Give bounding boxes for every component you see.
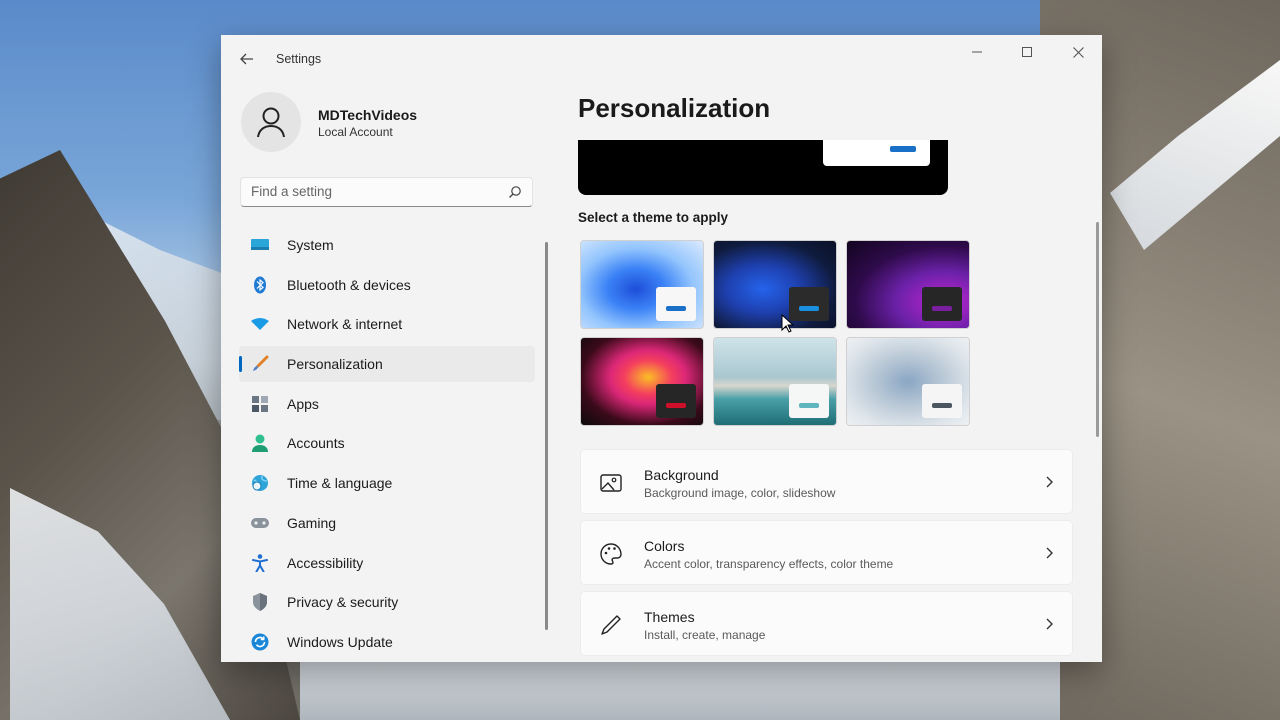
chevron-right-icon [1046, 547, 1053, 559]
theme-accent-swatch [666, 403, 686, 408]
sidebar-item-apps[interactable]: Apps [239, 386, 535, 422]
theme-grid [580, 240, 970, 428]
sidebar-item-bluetooth[interactable]: Bluetooth & devices [239, 267, 535, 303]
sidebar-item-accounts[interactable]: Accounts [239, 425, 535, 461]
sidebar-item-network[interactable]: Network & internet [239, 306, 535, 342]
close-icon [1072, 46, 1084, 58]
theme-accent-swatch [666, 306, 686, 311]
setting-subtitle: Install, create, manage [644, 628, 766, 642]
brush-icon [251, 355, 269, 373]
globe-clock-icon [251, 474, 269, 492]
theme-mini-window [789, 287, 829, 321]
page-title: Personalization [578, 93, 771, 123]
apps-icon [251, 395, 269, 413]
sidebar-item-gaming[interactable]: Gaming [239, 505, 535, 541]
theme-section-label: Select a theme to apply [578, 210, 729, 225]
palette-icon [599, 542, 623, 566]
theme-accent-swatch [799, 403, 819, 408]
theme-mini-window [656, 287, 696, 321]
update-icon [251, 633, 269, 651]
setting-subtitle: Accent color, transparency effects, colo… [644, 557, 894, 571]
sidebar-scrollbar[interactable] [545, 242, 548, 630]
theme-sunrise[interactable] [713, 337, 837, 426]
theme-accent-swatch [799, 306, 819, 311]
search-box[interactable] [240, 177, 533, 207]
user-name: MDTechVideos [318, 107, 418, 123]
setting-subtitle: Background image, color, slideshow [644, 486, 836, 500]
theme-captured-motion[interactable] [580, 337, 704, 426]
sidebar-item-label: Accounts [287, 435, 345, 452]
sidebar-item-label: Bluetooth & devices [287, 276, 411, 293]
window-title: Settings [276, 52, 322, 66]
settings-window: Settings MDTechVideos Local Account Syst… [221, 35, 1102, 662]
preview-accent-bar [890, 146, 916, 152]
user-icon [257, 107, 285, 138]
chevron-right-icon [1046, 618, 1053, 630]
mouse-cursor-icon [781, 314, 795, 333]
theme-glow[interactable] [846, 240, 970, 329]
minimize-icon [972, 51, 982, 53]
image-icon [599, 471, 623, 495]
close-button[interactable] [1055, 39, 1101, 65]
search-icon[interactable] [508, 185, 522, 199]
sidebar-nav: System Bluetooth & devices Network & int… [239, 227, 535, 662]
wifi-icon [251, 315, 269, 333]
sidebar-item-label: Personalization [287, 356, 383, 373]
title-bar: Settings [221, 35, 1102, 83]
theme-accent-swatch [932, 306, 952, 311]
gamepad-icon [251, 514, 269, 532]
maximize-button[interactable] [1004, 39, 1050, 65]
sidebar-item-label: Windows Update [287, 633, 393, 650]
sidebar-item-privacy[interactable]: Privacy & security [239, 584, 535, 620]
shield-icon [251, 593, 269, 612]
setting-themes[interactable]: Themes Install, create, manage [580, 591, 1073, 656]
setting-title: Themes [644, 609, 695, 625]
person-icon [251, 434, 269, 453]
sidebar-item-label: System [287, 237, 334, 253]
sidebar-item-personalization[interactable]: Personalization [239, 346, 535, 383]
chevron-right-icon [1046, 476, 1053, 488]
theme-mini-window [922, 287, 962, 321]
theme-windows-dark[interactable] [713, 240, 837, 329]
theme-mini-window [656, 384, 696, 418]
search-input[interactable] [251, 184, 491, 199]
content-scrollbar[interactable] [1096, 222, 1099, 437]
setting-background[interactable]: Background Background image, color, slid… [580, 449, 1073, 514]
maximize-icon [1022, 47, 1032, 57]
back-arrow-icon [240, 53, 253, 65]
theme-accent-swatch [932, 403, 952, 408]
sidebar-item-system[interactable]: System [239, 227, 535, 263]
sidebar-item-accessibility[interactable]: Accessibility [239, 545, 535, 581]
setting-title: Colors [644, 538, 685, 554]
sidebar-item-label: Apps [287, 395, 319, 412]
monitor-icon [251, 236, 269, 254]
theme-mini-window [922, 384, 962, 418]
sidebar-item-label: Gaming [287, 514, 337, 531]
sidebar-item-time-language[interactable]: Time & language [239, 465, 535, 501]
account-type: Local Account [318, 125, 393, 139]
avatar[interactable] [241, 92, 301, 152]
theme-preview [578, 140, 948, 195]
sidebar-item-label: Time & language [287, 475, 393, 492]
sidebar-item-windows-update[interactable]: Windows Update [239, 624, 535, 660]
theme-windows-light[interactable] [580, 240, 704, 329]
setting-title: Background [644, 467, 719, 483]
back-button[interactable] [235, 47, 259, 71]
pen-icon [599, 613, 623, 637]
preview-window [823, 140, 930, 166]
minimize-button[interactable] [954, 39, 1000, 65]
sidebar-item-label: Network & internet [287, 316, 403, 333]
setting-colors[interactable]: Colors Accent color, transparency effect… [580, 520, 1073, 585]
wallpaper-snow-bottom [300, 662, 1060, 720]
bluetooth-icon [251, 276, 269, 294]
sidebar-item-label: Privacy & security [287, 594, 399, 611]
theme-mini-window [789, 384, 829, 418]
accessibility-icon [251, 553, 269, 572]
sidebar-item-label: Accessibility [287, 554, 364, 571]
theme-flow[interactable] [846, 337, 970, 426]
